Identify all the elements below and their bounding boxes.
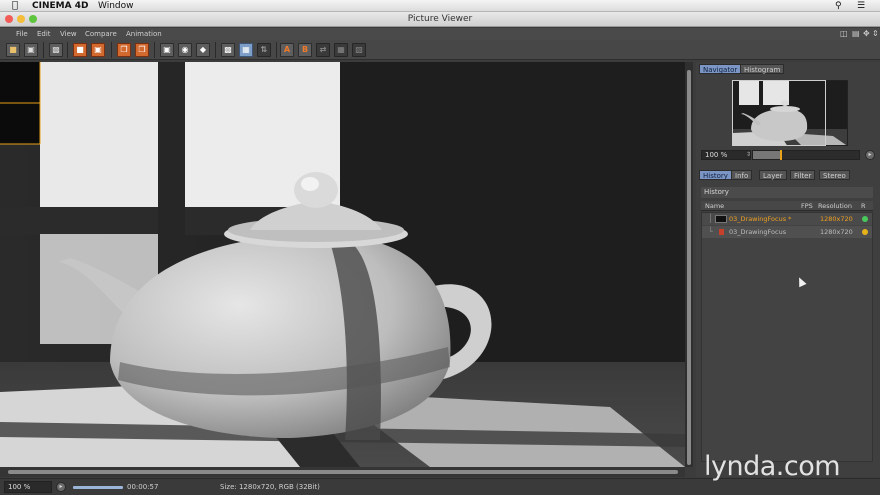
paste-icon[interactable]: ❒ [135,43,149,57]
column-name[interactable]: Name [705,201,724,211]
set-b-button[interactable]: B [298,43,312,57]
app-menu-bar: File Edit View Compare Animation ◫ ▤ ✥ ⇕ [0,28,880,40]
diff-icon[interactable]: ▦ [334,43,348,57]
status-timecode: 00:00:57 [127,483,159,491]
lynda-watermark: lynda.com [704,451,841,482]
mac-menubar:  CINEMA 4D Window ⚲ ☰ [0,0,880,12]
render-viewport[interactable] [0,62,685,467]
tab-filter[interactable]: Filter [790,170,816,180]
status-dot [862,216,868,222]
navigator-zoom-field[interactable]: 100 % [701,150,751,160]
film-icon[interactable]: ▩ [49,43,63,57]
search-icon[interactable]: ⚲ [835,0,842,12]
status-options-button[interactable]: ▸ [56,482,66,492]
status-zoom-field[interactable]: 100 % [4,481,52,493]
tab-stereo[interactable]: Stereo [819,170,850,180]
list-item[interactable]: │ 03_DrawingFocus * 1280x720 [702,213,872,225]
column-r[interactable]: R [861,201,866,211]
render-thumbnail-icon [715,215,727,223]
menu-animation[interactable]: Animation [126,28,162,40]
menu-compare[interactable]: Compare [85,28,117,40]
tree-line-icon: │ [708,214,713,223]
single-view-icon[interactable]: ▩ [221,43,235,57]
zoom-options-button[interactable]: ▸ [865,150,875,160]
tab-history[interactable]: History [699,170,732,180]
arrows-icon[interactable]: ⇕ [872,28,879,40]
status-dot [862,229,868,235]
snapshot-icon[interactable]: ◉ [178,43,192,57]
history-column-headers: Name FPS Resolution R [701,201,873,211]
history-item-name: 03_DrawingFocus * [729,215,792,223]
window-title: Picture Viewer [407,14,473,24]
list-item[interactable]: └ 03_DrawingFocus 1280x720 [702,226,872,238]
status-image-info: Size: 1280x720, RGB (32Bit) [220,483,320,491]
history-item-resolution: 1280x720 [820,228,853,236]
layer-icon [719,229,724,235]
copy-icon[interactable]: ❒ [117,43,131,57]
history-section-title: History [701,187,873,198]
history-item-name: 03_DrawingFocus [729,228,787,236]
tab-info[interactable]: Info [731,170,753,180]
window-menu[interactable]: Window [98,0,134,12]
history-item-resolution: 1280x720 [820,215,853,223]
app-name-menu[interactable]: CINEMA 4D [32,0,88,12]
swap-ab-icon[interactable]: ⇄ [316,43,330,57]
compare-swap-icon[interactable]: ⇅ [257,43,271,57]
viewport-vertical-scrollbar[interactable] [685,62,693,467]
overlay-icon[interactable]: ▧ [352,43,366,57]
zoom-slider-fill [753,151,780,159]
window-title-bar: Picture Viewer [0,12,880,27]
rendered-teapot-image [0,62,685,467]
apple-icon[interactable]:  [12,0,18,12]
tab-navigator[interactable]: Navigator [699,64,742,74]
toolbar: ■ ▣ ▩ ■ ▣ ❒ ❒ ▣ ◉ ◆ ▩ ▦ ⇅ A B ⇄ ▦ ▧ [0,40,880,60]
menu-edit[interactable]: Edit [37,28,51,40]
render-region-icon[interactable]: ▣ [91,43,105,57]
open-folder-icon[interactable]: ■ [6,43,20,57]
lock-icon[interactable]: ◆ [196,43,210,57]
history-list: │ 03_DrawingFocus * 1280x720 └ 03_Drawin… [701,212,873,462]
menu-view[interactable]: View [60,28,77,40]
tab-histogram[interactable]: Histogram [740,64,785,74]
list-icon[interactable]: ☰ [857,0,865,12]
set-a-button[interactable]: A [280,43,294,57]
zoom-slider-knob[interactable] [779,150,782,160]
navigator-view-frame[interactable] [732,80,826,146]
menu-file[interactable]: File [16,28,28,40]
save-icon[interactable]: ▣ [24,43,38,57]
column-resolution[interactable]: Resolution [818,201,852,211]
navigator-zoom-slider[interactable] [752,150,860,160]
playback-progress-bar[interactable] [73,486,123,489]
panel-icon[interactable]: ▤ [852,28,860,40]
tree-line-icon: └ [708,227,713,236]
move-icon[interactable]: ✥ [863,28,870,40]
export-icon[interactable]: ▣ [160,43,174,57]
tab-layer[interactable]: Layer [759,170,787,180]
column-fps[interactable]: FPS [801,201,813,211]
stop-render-icon[interactable]: ■ [73,43,87,57]
layout-icon[interactable]: ◫ [840,28,848,40]
split-view-icon[interactable]: ▦ [239,43,253,57]
viewport-horizontal-scrollbar[interactable] [0,467,685,477]
zoom-stepper-icon[interactable]: ⇕ [746,150,751,160]
